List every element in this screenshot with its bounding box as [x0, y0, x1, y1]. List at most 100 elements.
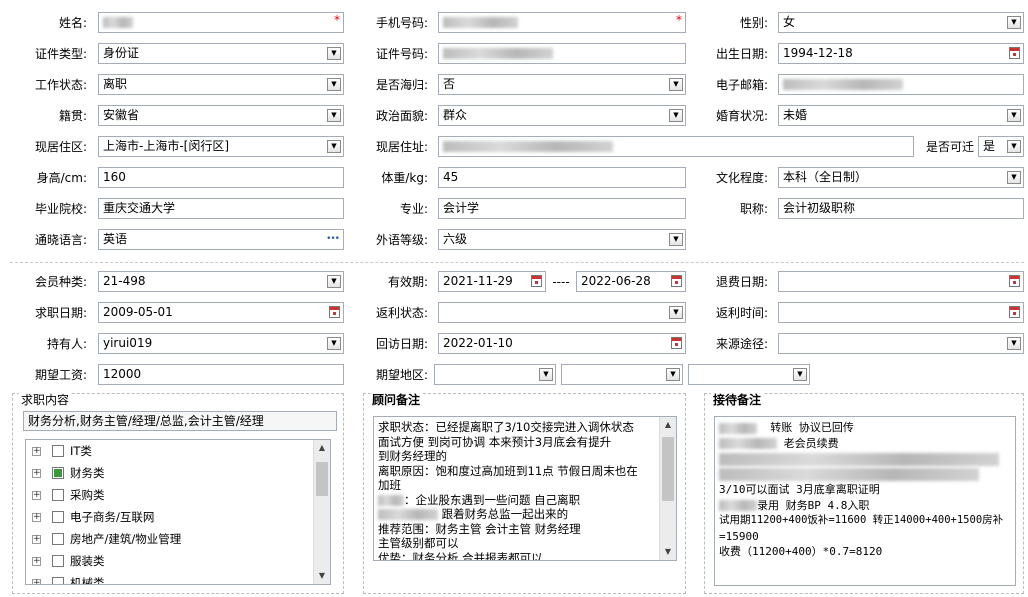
address-field[interactable]	[438, 136, 914, 157]
calendar-icon[interactable]	[671, 337, 682, 349]
expand-icon[interactable]: +	[32, 513, 41, 522]
calendar-icon[interactable]	[531, 275, 542, 287]
scroll-down-icon[interactable]: ▼	[660, 544, 676, 560]
job-summary-field[interactable]: 财务分析,财务主管/经理/总监,会计主管/经理	[23, 411, 337, 431]
more-icon[interactable]: •••	[326, 230, 340, 249]
marital-select[interactable]: 未婚 ▼	[778, 105, 1024, 126]
mobile-field[interactable]: *	[438, 12, 686, 33]
salary-field[interactable]: 12000	[98, 364, 344, 385]
tree-node[interactable]: + 采购类	[26, 484, 330, 506]
expand-icon[interactable]: +	[32, 469, 41, 478]
checkbox[interactable]	[52, 511, 64, 523]
relocate-select[interactable]: 是 ▼	[978, 136, 1024, 157]
language-field[interactable]: 英语 •••	[98, 229, 344, 250]
calendar-icon[interactable]	[1009, 275, 1020, 287]
email-field[interactable]	[778, 74, 1024, 95]
validity-end-field[interactable]: 2022-06-28	[576, 271, 686, 292]
scroll-thumb[interactable]	[316, 462, 328, 496]
tree-node[interactable]: + 机械类	[26, 572, 330, 584]
area-province-select[interactable]: ▼	[434, 364, 556, 385]
checkbox[interactable]	[52, 577, 64, 584]
rebate-select[interactable]: ▼	[438, 302, 686, 323]
scroll-up-icon[interactable]: ▲	[660, 417, 676, 433]
returnee-select[interactable]: 否 ▼	[438, 74, 686, 95]
chevron-down-icon[interactable]: ▼	[327, 78, 341, 91]
chevron-down-icon[interactable]: ▼	[1007, 171, 1021, 184]
validity-end-value: 2022-06-28	[581, 274, 651, 288]
weight-field[interactable]: 45	[438, 167, 686, 188]
calendar-icon[interactable]	[329, 306, 340, 318]
consultant-note-text: 推荐范围：财务主管 会计主管 财务经理	[378, 521, 581, 536]
chevron-down-icon[interactable]: ▼	[327, 275, 341, 288]
height-field[interactable]: 160	[98, 167, 344, 188]
political-select[interactable]: 群众 ▼	[438, 105, 686, 126]
chevron-down-icon[interactable]: ▼	[669, 109, 683, 122]
checkbox[interactable]	[52, 467, 64, 479]
chevron-down-icon[interactable]: ▼	[327, 109, 341, 122]
checkbox[interactable]	[52, 445, 64, 457]
area-city-select[interactable]: ▼	[561, 364, 683, 385]
validity-start-field[interactable]: 2021-11-29	[438, 271, 546, 292]
language-value: 英语	[103, 232, 128, 246]
chevron-down-icon[interactable]: ▼	[669, 78, 683, 91]
expand-icon[interactable]: +	[32, 447, 41, 456]
chevron-down-icon[interactable]: ▼	[793, 368, 807, 381]
tree-scrollbar[interactable]: ▲ ▼	[313, 440, 330, 584]
area-district-select[interactable]: ▼	[688, 364, 810, 385]
idno-field[interactable]	[438, 43, 686, 64]
scroll-up-icon[interactable]: ▲	[314, 440, 330, 456]
membertype-select[interactable]: 21-498 ▼	[98, 271, 344, 292]
gender-select[interactable]: 女 ▼	[778, 12, 1024, 33]
checkbox[interactable]	[52, 555, 64, 567]
idtype-select[interactable]: 身份证 ▼	[98, 43, 344, 64]
chevron-down-icon[interactable]: ▼	[1007, 16, 1021, 29]
rebatetime-field[interactable]	[778, 302, 1024, 323]
checkbox[interactable]	[52, 533, 64, 545]
langlevel-select[interactable]: 六级 ▼	[438, 229, 686, 250]
tree-node[interactable]: + 电子商务/互联网	[26, 506, 330, 528]
expand-icon[interactable]: +	[32, 579, 41, 584]
checkbox[interactable]	[52, 489, 64, 501]
native-select[interactable]: 安徽省 ▼	[98, 105, 344, 126]
chevron-down-icon[interactable]: ▼	[1007, 140, 1021, 153]
refund-date-field[interactable]	[778, 271, 1024, 292]
chevron-down-icon[interactable]: ▼	[669, 306, 683, 319]
name-field[interactable]: *	[98, 12, 344, 33]
calendar-icon[interactable]	[671, 275, 682, 287]
district-select[interactable]: 上海市-上海市-[闵行区] ▼	[98, 136, 344, 157]
jobtitle-field[interactable]: 会计初级职称	[778, 198, 1024, 219]
jobdate-field[interactable]: 2009-05-01	[98, 302, 344, 323]
source-select[interactable]: ▼	[778, 333, 1024, 354]
workstatus-select[interactable]: 离职 ▼	[98, 74, 344, 95]
expand-icon[interactable]: +	[32, 491, 41, 500]
chevron-down-icon[interactable]: ▼	[327, 337, 341, 350]
chevron-down-icon[interactable]: ▼	[539, 368, 553, 381]
scroll-down-icon[interactable]: ▼	[314, 568, 330, 584]
chevron-down-icon[interactable]: ▼	[666, 368, 680, 381]
expand-icon[interactable]: +	[32, 557, 41, 566]
consultant-note-text: 优势：财务分析 合并报表都可以	[378, 550, 543, 561]
tree-node[interactable]: + IT类	[26, 440, 330, 462]
notes-scrollbar[interactable]: ▲ ▼	[659, 417, 676, 560]
chevron-down-icon[interactable]: ▼	[327, 47, 341, 60]
consultant-notes-textarea[interactable]: 求职状态：已经提离职了3/10交接完进入调休状态 面试方便 到岗可协调 本来预计3…	[373, 416, 677, 561]
reception-notes-textarea[interactable]: 转账 协议已回传 老会员续费 3/10可以面试 3月底拿离职证明 录用 财务BP…	[714, 416, 1016, 586]
birth-date-field[interactable]: 1994-12-18	[778, 43, 1024, 64]
tree-node[interactable]: + 房地产/建筑/物业管理	[26, 528, 330, 550]
calendar-icon[interactable]	[1009, 47, 1020, 59]
scroll-thumb[interactable]	[662, 437, 674, 501]
visit-date-field[interactable]: 2022-01-10	[438, 333, 686, 354]
chevron-down-icon[interactable]: ▼	[669, 233, 683, 246]
holder-select[interactable]: yirui019 ▼	[98, 333, 344, 354]
education-select[interactable]: 本科（全日制） ▼	[778, 167, 1024, 188]
school-field[interactable]: 重庆交通大学	[98, 198, 344, 219]
major-field[interactable]: 会计学	[438, 198, 686, 219]
tree-node[interactable]: + 财务类	[26, 462, 330, 484]
expand-icon[interactable]: +	[32, 535, 41, 544]
calendar-icon[interactable]	[1009, 306, 1020, 318]
chevron-down-icon[interactable]: ▼	[1007, 109, 1021, 122]
chevron-down-icon[interactable]: ▼	[327, 140, 341, 153]
chevron-down-icon[interactable]: ▼	[1007, 337, 1021, 350]
job-category-tree[interactable]: + IT类 + 财务类 + 采购类 + 电子商务/互联网 + 房地产/建筑/物业管理 + 服装类 + 机械…	[25, 439, 331, 585]
tree-node[interactable]: + 服装类	[26, 550, 330, 572]
